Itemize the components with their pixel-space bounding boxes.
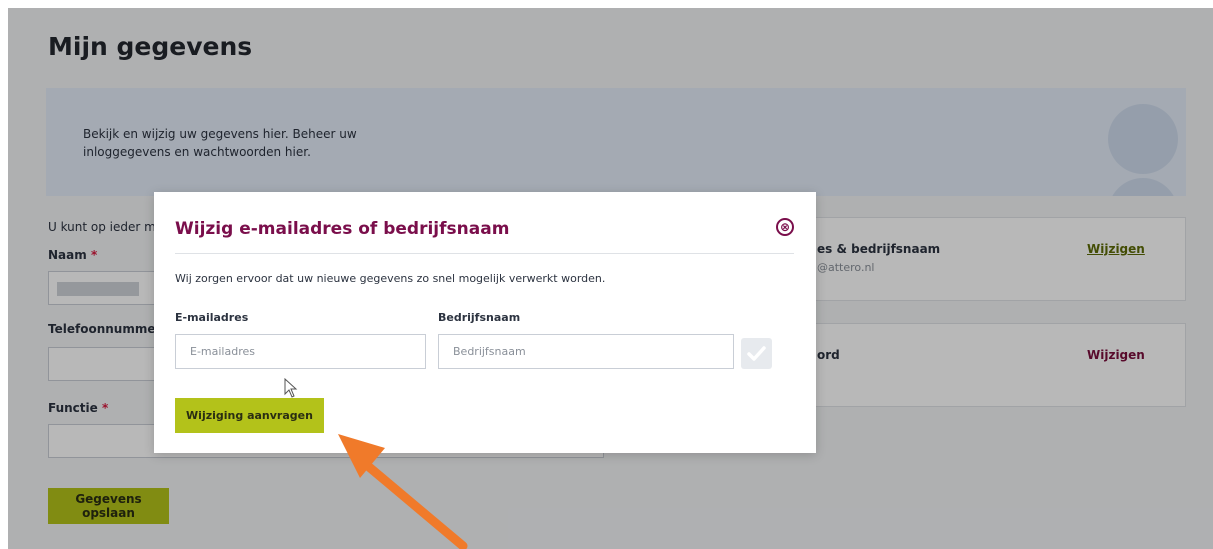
page: Mijn gegevens Bekijk en wijzig uw gegeve… bbox=[8, 8, 1213, 549]
annotation-arrow-icon bbox=[338, 434, 468, 549]
